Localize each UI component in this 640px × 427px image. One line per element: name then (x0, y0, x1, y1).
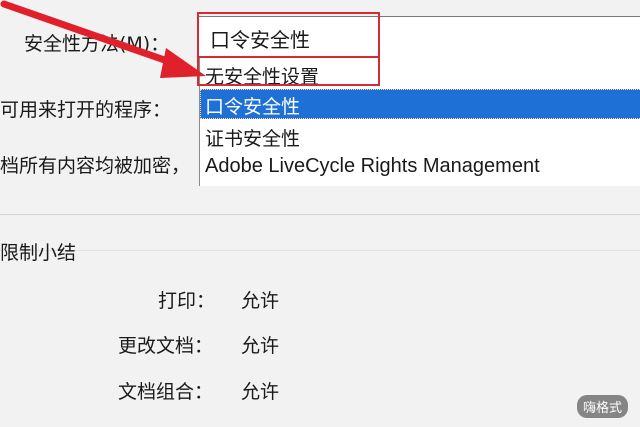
restriction-value-print: 允许 (241, 290, 280, 312)
separator (0, 214, 640, 215)
annotation-box-no-security (197, 56, 380, 86)
option-password-security[interactable]: 口令安全性 (205, 92, 300, 119)
separator (0, 250, 640, 251)
restriction-name-print: 打印： (158, 290, 216, 312)
option-certificate-security[interactable]: 证书安全性 (205, 124, 300, 151)
open-with-label: 可用来打开的程序： (0, 99, 172, 121)
encrypted-label: 档所有内容均被加密， (0, 155, 191, 177)
restriction-value-assembly: 允许 (241, 381, 280, 403)
restriction-name-assembly: 文档组合： (118, 381, 214, 403)
annotation-arrow (0, 0, 206, 78)
option-adobe-livecycle[interactable]: Adobe LiveCycle Rights Management (205, 155, 540, 178)
restrictions-heading: 限制小结 (0, 242, 77, 264)
annotation-box-combobox (197, 12, 380, 58)
restriction-name-modify: 更改文档： (118, 335, 214, 357)
watermark: 嗨格式 (576, 395, 628, 418)
restriction-value-modify: 允许 (241, 335, 280, 357)
